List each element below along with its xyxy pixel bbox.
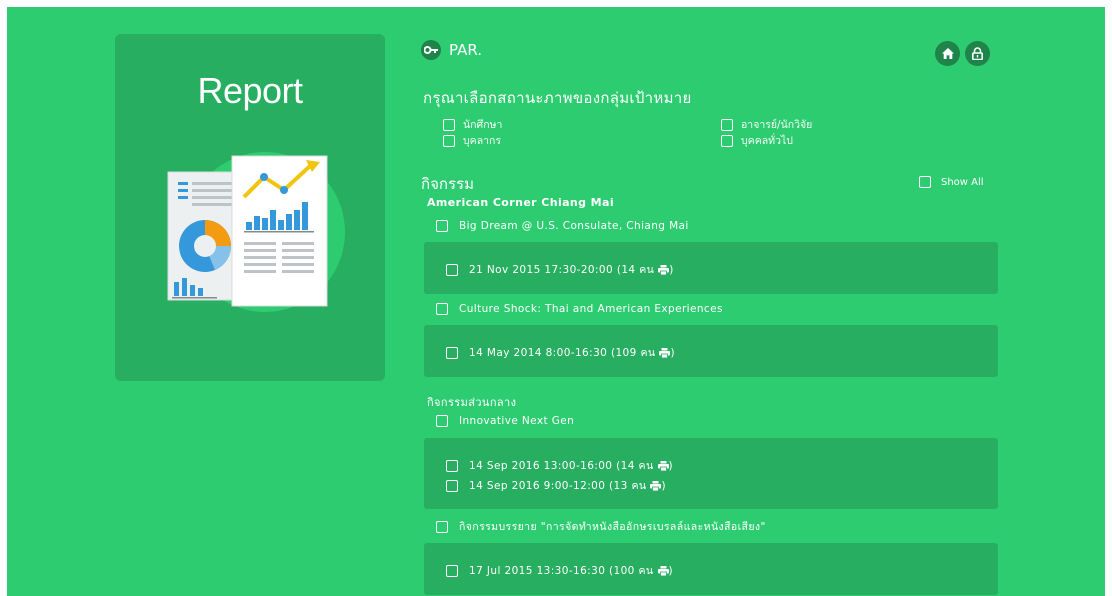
lecturer-researcher-checkbox[interactable]: [721, 118, 733, 131]
print-icon[interactable]: [658, 264, 670, 275]
session-checkbox[interactable]: [446, 346, 458, 359]
option-lecturer-researcher[interactable]: อาจารย์/นักวิจัย: [721, 116, 812, 133]
general-public-checkbox[interactable]: [721, 134, 733, 147]
print-icon[interactable]: [650, 480, 662, 491]
show-all-toggle[interactable]: Show All: [919, 176, 984, 188]
key-icon: [421, 40, 441, 60]
session-checkbox[interactable]: [446, 459, 458, 472]
session-item[interactable]: 14 Sep 2016 13:00-16:00 (14 คน ): [446, 457, 673, 474]
option-general-public[interactable]: บุคคลทั่วไป: [721, 132, 793, 149]
session-checkbox[interactable]: [446, 479, 458, 492]
activities-heading: กิจกรรม: [421, 175, 474, 193]
group-title: กิจกรรมส่วนกลาง: [427, 396, 517, 409]
report-card: Report: [115, 34, 385, 381]
print-icon[interactable]: [657, 460, 669, 471]
event-checkbox[interactable]: [436, 520, 448, 533]
home-button[interactable]: [935, 41, 960, 66]
app-frame: Report PAR. กรุณาเลือกสถานะภาพของกลุ่มเป…: [7, 7, 1105, 596]
student-checkbox[interactable]: [443, 118, 455, 131]
session-checkbox[interactable]: [446, 263, 458, 276]
session-item[interactable]: 14 May 2014 8:00-16:30 (109 คน ): [446, 344, 675, 361]
event-checkbox[interactable]: [436, 220, 448, 232]
report-title: Report: [197, 70, 303, 111]
home-icon: [941, 48, 954, 59]
logout-lock-button[interactable]: [965, 41, 990, 66]
group-title: American Corner Chiang Mai: [427, 196, 615, 209]
option-staff[interactable]: บุคลากร: [443, 132, 501, 149]
username: PAR.: [449, 41, 483, 59]
target-status-heading: กรุณาเลือกสถานะภาพของกลุ่มเป้าหมาย: [423, 89, 692, 107]
staff-checkbox[interactable]: [443, 134, 455, 147]
session-panel: 21 Nov 2015 17:30-20:00 (14 คน ): [424, 242, 998, 294]
user-info: PAR.: [421, 38, 482, 62]
session-item[interactable]: 21 Nov 2015 17:30-20:00 (14 คน ): [446, 261, 674, 278]
session-checkbox[interactable]: [446, 564, 458, 577]
report-illustration: [167, 152, 345, 312]
option-student[interactable]: นักศึกษา: [443, 116, 502, 133]
event-item[interactable]: Innovative Next Gen: [436, 415, 574, 427]
session-panel: 17 Jul 2015 13:30-16:30 (100 คน ): [424, 543, 998, 595]
print-icon[interactable]: [657, 565, 669, 576]
session-item[interactable]: 17 Jul 2015 13:30-16:30 (100 คน ): [446, 562, 673, 579]
event-item[interactable]: Culture Shock: Thai and American Experie…: [436, 303, 723, 315]
event-item[interactable]: Big Dream @ U.S. Consulate, Chiang Mai: [436, 220, 689, 232]
print-icon[interactable]: [659, 347, 671, 358]
session-panel: 14 Sep 2016 13:00-16:00 (14 คน ) 14 Sep …: [424, 438, 998, 509]
session-item[interactable]: 14 Sep 2016 9:00-12:00 (13 คน ): [446, 477, 666, 494]
event-checkbox[interactable]: [436, 303, 448, 315]
session-panel: 14 May 2014 8:00-16:30 (109 คน ): [424, 325, 998, 377]
show-all-checkbox[interactable]: [919, 176, 931, 188]
event-checkbox[interactable]: [436, 415, 448, 427]
lock-icon: [972, 47, 983, 60]
event-item[interactable]: กิจกรรมบรรยาย "การจัดทำหนังสืออักษรเบรลล…: [436, 518, 766, 535]
